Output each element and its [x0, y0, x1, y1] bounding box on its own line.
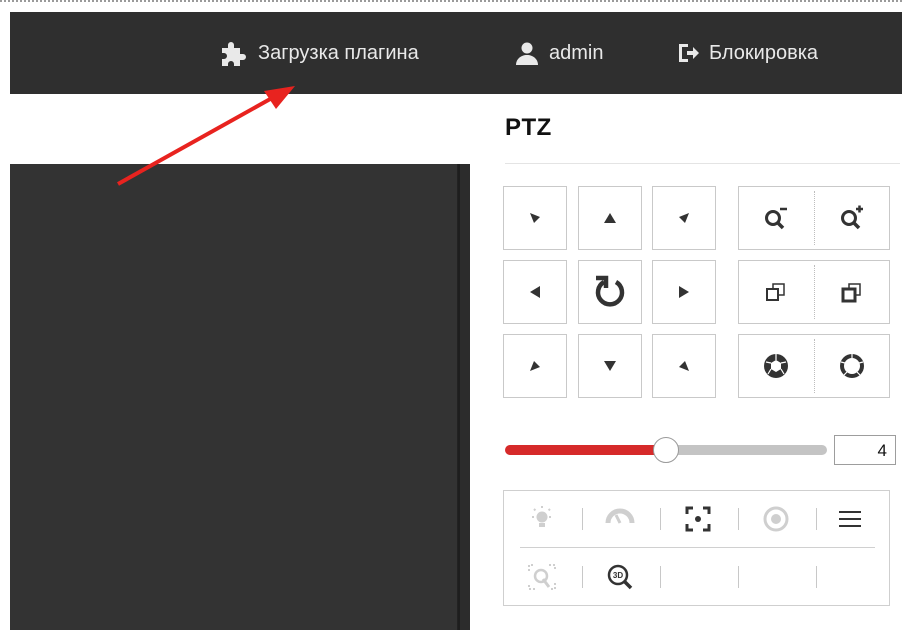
lock-button[interactable]: Блокировка [677, 12, 818, 94]
ptz-divider [505, 163, 900, 164]
ptz-up-left-button[interactable] [503, 186, 567, 250]
video-preview-area[interactable] [10, 164, 458, 630]
plugin-download-link[interactable]: Загрузка плагина [218, 12, 419, 94]
light-icon [532, 506, 552, 527]
lens-init-button[interactable] [746, 497, 806, 541]
iris-close-button[interactable] [815, 335, 889, 397]
svg-text:3D: 3D [613, 571, 623, 580]
tool-separator [738, 508, 739, 530]
top-dotted-border [0, 0, 902, 12]
arrow-down-right-icon [679, 361, 689, 371]
tool-separator [660, 566, 661, 588]
menu-button[interactable] [820, 497, 880, 541]
arrow-right-icon [679, 286, 689, 298]
ptz-auto-rotate-button[interactable] [578, 260, 642, 324]
zoom-out-button[interactable] [739, 187, 813, 249]
focus-near-icon [766, 283, 785, 301]
tool-separator [816, 566, 817, 588]
zoom-in-button[interactable] [815, 187, 889, 249]
ptz-up-button[interactable] [578, 186, 642, 250]
ptz-left-button[interactable] [503, 260, 567, 324]
ptz-down-left-button[interactable] [503, 334, 567, 398]
top-header: Загрузка плагина admin Блокировка [10, 12, 902, 94]
iris-open-icon [764, 354, 788, 378]
tool-separator [582, 566, 583, 588]
menu-icon [839, 511, 861, 527]
zoom-3d-button[interactable]: 3D [590, 555, 650, 599]
username-label: admin [549, 41, 604, 64]
tool-separator [582, 508, 583, 530]
manual-tracking-icon [528, 564, 556, 590]
arrow-up-right-icon [679, 213, 689, 223]
wiper-icon [605, 508, 635, 524]
rotate-icon [595, 275, 625, 307]
arrow-up-icon [604, 213, 616, 223]
iris-open-button[interactable] [739, 335, 813, 397]
logout-icon [677, 42, 699, 64]
ptz-down-button[interactable] [578, 334, 642, 398]
slider-track-filled [505, 445, 666, 455]
focus-far-icon [841, 283, 861, 303]
arrow-up-left-icon [530, 213, 540, 223]
iris-close-icon [840, 354, 864, 378]
wiper-button[interactable] [590, 497, 650, 541]
arrow-down-left-icon [530, 361, 540, 371]
zoom-in-icon [841, 205, 863, 230]
ptz-speed-slider[interactable] [505, 437, 827, 463]
light-button[interactable] [512, 497, 572, 541]
slider-track-rest [666, 445, 827, 455]
slider-thumb[interactable] [653, 437, 679, 463]
arrow-left-icon [530, 286, 540, 298]
focus-assist-icon [685, 506, 711, 532]
user-icon [515, 41, 539, 65]
zoom-out-icon [765, 207, 787, 230]
ptz-down-right-button[interactable] [652, 334, 716, 398]
lens-init-icon [763, 506, 789, 532]
tool-separator [738, 566, 739, 588]
ptz-tools-panel: 3D [503, 490, 890, 606]
manual-tracking-button[interactable] [512, 555, 572, 599]
ptz-speed-value[interactable]: 4 [834, 435, 896, 465]
tool-separator [660, 508, 661, 530]
app-root: Загрузка плагина admin Блокировка PTZ 4 … [0, 0, 902, 630]
focus-near-button[interactable] [739, 261, 813, 323]
focus-far-button[interactable] [815, 261, 889, 323]
ptz-up-right-button[interactable] [652, 186, 716, 250]
user-menu[interactable]: admin [515, 12, 603, 94]
tools-row-divider [520, 547, 875, 548]
ptz-right-button[interactable] [652, 260, 716, 324]
lock-label: Блокировка [709, 41, 819, 64]
puzzle-icon [218, 39, 248, 67]
video-panel-edge [458, 164, 470, 630]
arrow-down-icon [604, 361, 616, 371]
focus-assist-button[interactable] [668, 497, 728, 541]
ptz-title: PTZ [505, 114, 552, 141]
plugin-download-label: Загрузка плагина [258, 41, 419, 64]
zoom-3d-icon: 3D [607, 564, 633, 590]
tool-separator [816, 508, 817, 530]
